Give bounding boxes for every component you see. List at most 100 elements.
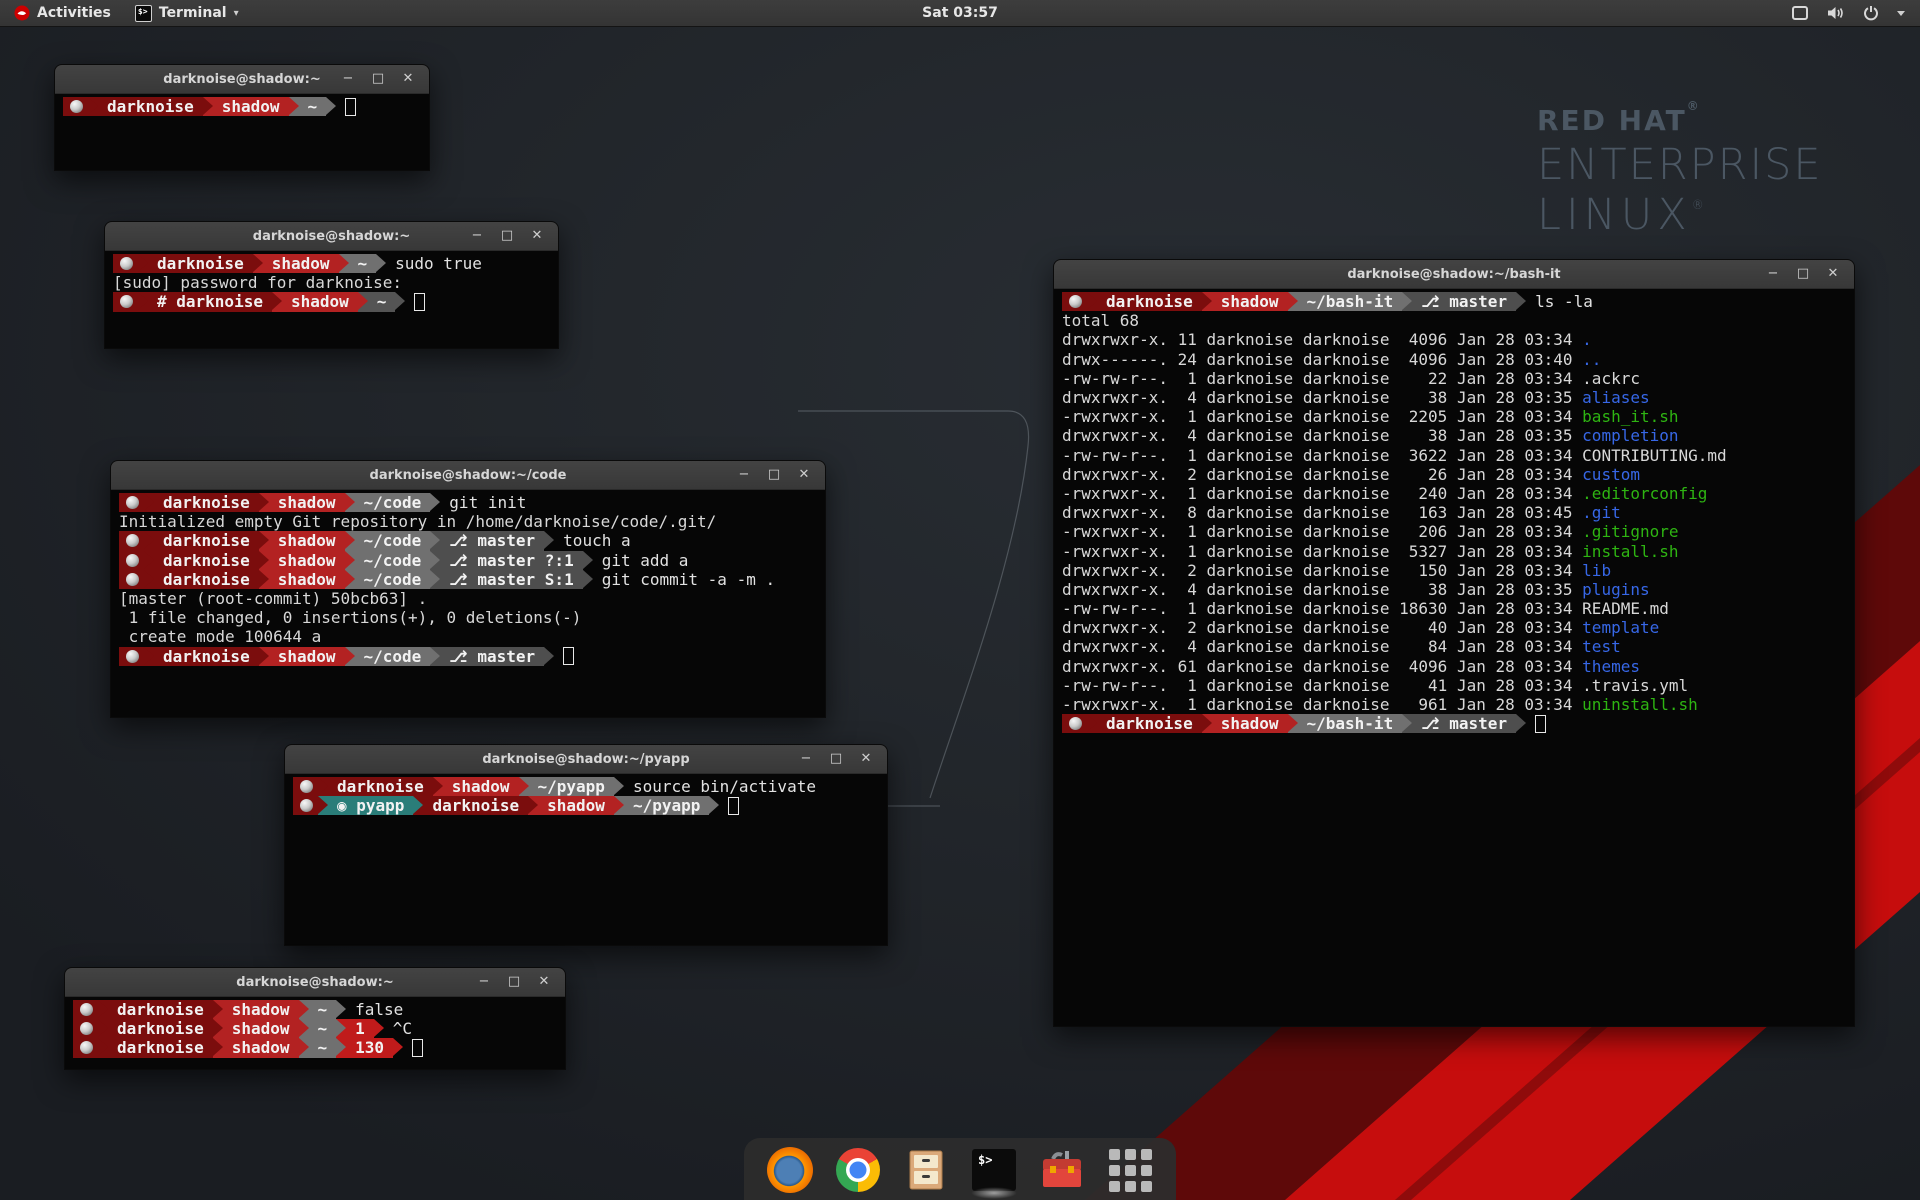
minimize-button[interactable]: − bbox=[337, 65, 359, 93]
terminal-cursor bbox=[414, 293, 425, 311]
output-line: drwxrwxr-x. 4 darknoise darknoise 84 Jan… bbox=[1062, 637, 1854, 656]
powerline-separator-icon bbox=[336, 1038, 346, 1057]
maximize-button[interactable]: □ bbox=[496, 222, 518, 250]
powerline-separator-icon bbox=[358, 292, 368, 311]
terminal-content[interactable]: darknoiseshadow~ bbox=[55, 94, 429, 116]
volume-icon[interactable] bbox=[1826, 5, 1846, 21]
top-bar: Activities $> Terminal ▾ Sat 03:57 bbox=[0, 0, 1920, 27]
maximize-button[interactable]: □ bbox=[367, 65, 389, 93]
terminal-content[interactable]: darknoiseshadow~/codegit initInitialized… bbox=[111, 490, 825, 666]
close-button[interactable]: ✕ bbox=[526, 222, 548, 250]
minimize-button[interactable]: − bbox=[1762, 260, 1784, 288]
powerline-separator-icon bbox=[1402, 292, 1412, 311]
terminal-content[interactable]: darknoiseshadow~sudo true[sudo] password… bbox=[105, 251, 558, 312]
window-titlebar[interactable]: darknoise@shadow:~/bash-it−□ ✕ bbox=[1054, 260, 1854, 289]
window-titlebar[interactable]: darknoise@shadow:~−□✕ bbox=[65, 968, 565, 997]
terminal-content[interactable]: darknoiseshadow~/pyappsource bin/activat… bbox=[285, 774, 887, 815]
redhat-prompt-icon bbox=[126, 534, 139, 547]
output-line: -rw-rw-r--. 1 darknoise darknoise 3622 J… bbox=[1062, 446, 1854, 465]
maximize-button[interactable]: □ bbox=[503, 968, 525, 996]
prompt-icon-chip bbox=[119, 531, 144, 550]
output-line: 1 file changed, 0 insertions(+), 0 delet… bbox=[119, 608, 825, 627]
prompt-line: darknoiseshadow~false bbox=[73, 1000, 565, 1019]
prompt-icon-chip bbox=[63, 97, 88, 116]
app-grid-icon[interactable] bbox=[1106, 1146, 1154, 1194]
maximize-button[interactable]: □ bbox=[825, 745, 847, 773]
powerline-separator-icon bbox=[413, 796, 423, 815]
terminal-cursor bbox=[728, 797, 739, 815]
window-controls: −□ ✕ bbox=[473, 968, 565, 996]
prompt-segment: ⎇ master bbox=[1412, 292, 1516, 311]
powerline-separator-icon bbox=[374, 1019, 384, 1038]
prompt-segment: 130 bbox=[346, 1038, 393, 1057]
chrome-icon[interactable] bbox=[834, 1146, 882, 1194]
firefox-icon[interactable] bbox=[766, 1146, 814, 1194]
close-button[interactable]: ✕ bbox=[397, 65, 419, 93]
prompt-icon-chip bbox=[1062, 714, 1087, 733]
prompt-segment: shadow bbox=[223, 1038, 299, 1057]
files-icon[interactable] bbox=[902, 1146, 950, 1194]
terminal-window: darknoise@shadow:~/pyapp−□✕darknoiseshad… bbox=[284, 744, 888, 946]
output-line: -rwxrwxr-x. 1 darknoise darknoise 2205 J… bbox=[1062, 407, 1854, 426]
window-titlebar[interactable]: darknoise@shadow:~/code−□✕ bbox=[111, 461, 825, 490]
app-menu-terminal[interactable]: $> Terminal ▾ bbox=[125, 0, 249, 26]
powerline-separator-icon bbox=[1516, 292, 1526, 311]
dock: $> bbox=[744, 1138, 1176, 1200]
prompt-segment: ~/code bbox=[355, 570, 431, 589]
power-icon[interactable] bbox=[1862, 5, 1880, 21]
powerline-separator-icon bbox=[213, 1019, 223, 1038]
powerline-separator-icon bbox=[138, 292, 148, 311]
clock[interactable]: Sat 03:57 bbox=[922, 0, 998, 26]
output-line: drwxrwxr-x. 61 darknoise darknoise 4096 … bbox=[1062, 657, 1854, 676]
window-titlebar[interactable]: darknoise@shadow:~−□✕ bbox=[105, 222, 558, 251]
maximize-button[interactable]: □ bbox=[1792, 260, 1814, 288]
redhat-prompt-icon bbox=[120, 295, 133, 308]
prompt-icon-chip bbox=[293, 796, 318, 815]
terminal-content[interactable]: darknoiseshadow~falsedarknoiseshadow~1^C… bbox=[65, 997, 565, 1058]
powerline-separator-icon bbox=[345, 647, 355, 666]
powerline-separator-icon bbox=[144, 551, 154, 570]
maximize-button[interactable]: □ bbox=[763, 461, 785, 489]
minimize-button[interactable]: − bbox=[466, 222, 488, 250]
toolbox-icon[interactable] bbox=[1038, 1146, 1086, 1194]
close-button[interactable]: ✕ bbox=[533, 968, 555, 996]
powerline-separator-icon bbox=[614, 796, 624, 815]
chevron-down-icon: ▾ bbox=[234, 8, 239, 19]
powerline-separator-icon bbox=[544, 647, 554, 666]
window-controls: −□ ✕ bbox=[1762, 260, 1854, 288]
terminal-icon[interactable]: $> bbox=[970, 1146, 1018, 1194]
command-text: touch a bbox=[563, 531, 630, 550]
prompt-line: darknoiseshadow~/bash-it⎇ master bbox=[1062, 714, 1854, 733]
output-line: -rw-rw-r--. 1 darknoise darknoise 41 Jan… bbox=[1062, 676, 1854, 695]
minimize-button[interactable]: − bbox=[473, 968, 495, 996]
minimize-button[interactable]: − bbox=[795, 745, 817, 773]
powerline-separator-icon bbox=[272, 292, 282, 311]
prompt-segment: ~/bash-it bbox=[1298, 714, 1403, 733]
activities-button[interactable]: Activities bbox=[0, 0, 125, 26]
prompt-icon-chip bbox=[113, 292, 138, 311]
close-button[interactable]: ✕ bbox=[855, 745, 877, 773]
prompt-line: darknoiseshadow~/code⎇ master ?:1git add… bbox=[119, 551, 825, 570]
prompt-segment: ~/code bbox=[355, 493, 431, 512]
minimize-button[interactable]: − bbox=[733, 461, 755, 489]
chevron-down-icon[interactable] bbox=[1896, 9, 1906, 17]
window-title: darknoise@shadow:~/bash-it bbox=[1054, 267, 1854, 282]
prompt-segment: darknoise bbox=[1097, 292, 1202, 311]
prompt-segment: darknoise bbox=[328, 777, 433, 796]
redhat-prompt-icon bbox=[126, 554, 139, 567]
redhat-prompt-icon bbox=[120, 257, 133, 270]
window-titlebar[interactable]: darknoise@shadow:~/pyapp−□✕ bbox=[285, 745, 887, 774]
redhat-prompt-icon bbox=[80, 1022, 93, 1035]
terminal-content[interactable]: darknoiseshadow~/bash-it⎇ masterls -lato… bbox=[1054, 289, 1854, 733]
prompt-segment: ~ bbox=[309, 1000, 337, 1019]
powerline-separator-icon bbox=[1402, 714, 1412, 733]
terminal-cursor bbox=[1535, 715, 1546, 733]
powerline-separator-icon bbox=[289, 97, 299, 116]
display-icon[interactable] bbox=[1790, 5, 1810, 21]
powerline-separator-icon bbox=[138, 254, 148, 273]
window-titlebar[interactable]: darknoise@shadow:~−□✕ bbox=[55, 65, 429, 94]
close-button[interactable]: ✕ bbox=[1822, 260, 1844, 288]
powerline-separator-icon bbox=[430, 551, 440, 570]
close-button[interactable]: ✕ bbox=[793, 461, 815, 489]
prompt-line: darknoiseshadow~ bbox=[63, 97, 429, 116]
